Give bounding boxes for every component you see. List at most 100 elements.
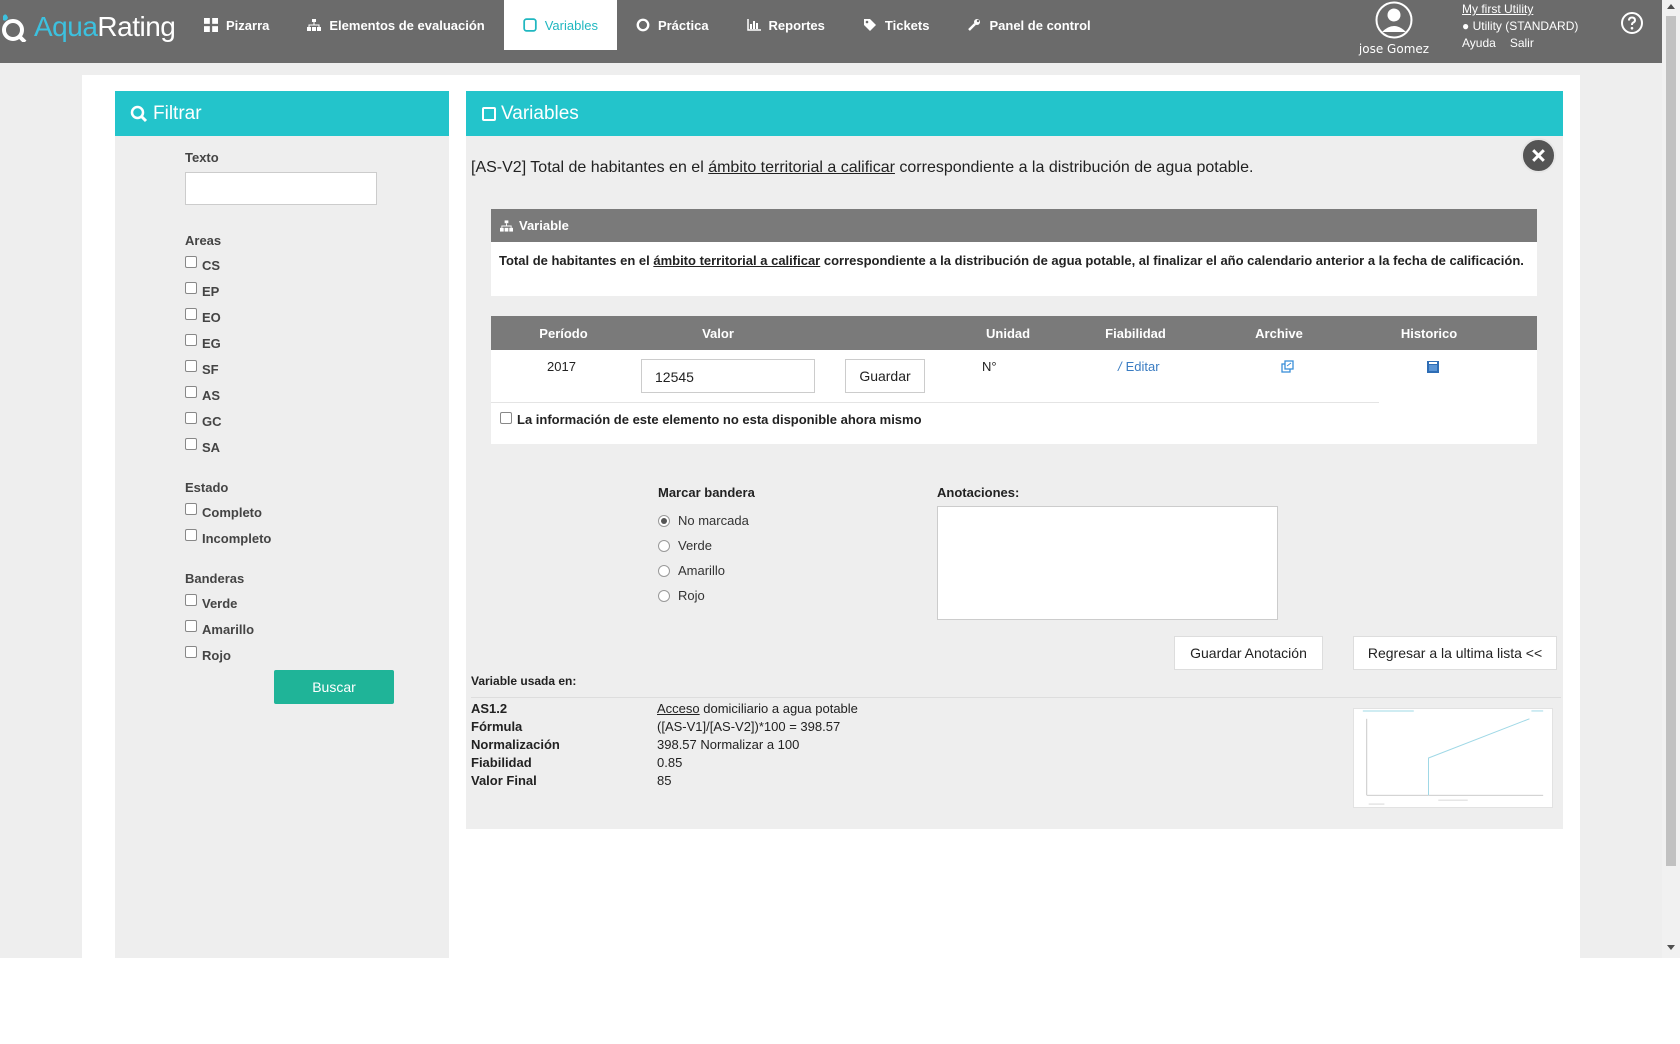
logout-link[interactable]: Salir [1510,36,1534,50]
user-profile[interactable]: jose Gomez [1354,0,1434,58]
radio-button[interactable] [658,539,670,552]
formula-label: Fórmula [471,719,523,734]
checkbox[interactable] [185,646,197,658]
checkbox[interactable] [185,282,197,294]
normalization-value: 398.57 Normalizar a 100 [657,737,800,752]
variable-heading: [AS-V2] Total de habitantes en el ámbito… [471,159,1254,176]
checkbox[interactable] [185,386,197,398]
normalization-label: Normalización [471,737,560,752]
filter-panel: Filtrar Texto Areas CS EP EO EG SF AS GC… [115,91,449,958]
nav-elementos[interactable]: Elementos de evaluación [288,0,503,50]
vertical-scrollbar[interactable] [1662,0,1680,958]
value-input[interactable]: 12545 [641,359,815,393]
aquarating-logo-icon [2,14,27,42]
used-in-label: Variable usada en: [471,674,577,688]
area-checkbox-sf[interactable]: SF [185,356,425,382]
flag-radio-no-marcada[interactable]: No marcada [658,508,755,533]
nav-practica[interactable]: Práctica [617,0,728,50]
current-utility: ● Utility (STANDARD) [1462,19,1579,33]
checkbox[interactable] [185,308,197,320]
nav-reportes[interactable]: Reportes [728,0,844,50]
values-table: Período Valor Unidad Fiabilidad Archive … [491,316,1537,444]
radio-button[interactable] [658,564,670,577]
tags-icon [863,19,876,31]
row-divider [491,402,1379,403]
save-annotation-button[interactable]: Guardar Anotación [1174,636,1323,670]
estado-checkbox-completo[interactable]: Completo [185,499,425,525]
user-avatar-icon [1375,1,1413,39]
checkbox[interactable] [185,529,197,541]
area-checkbox-cs[interactable]: CS [185,252,425,278]
close-icon[interactable] [1521,138,1556,173]
checkbox[interactable] [185,620,197,632]
checkbox[interactable] [500,411,512,424]
col-historico: Historico [1400,325,1458,341]
checkbox[interactable] [185,503,197,515]
flag-radio-amarillo[interactable]: Amarillo [658,558,755,583]
save-value-button[interactable]: Guardar [845,359,925,393]
filter-title: Filtrar [153,102,202,124]
nav-tickets[interactable]: Tickets [844,0,949,50]
col-valor: Valor [702,325,734,341]
annotations: Anotaciones: [937,485,1278,620]
area-checkbox-sa[interactable]: SA [185,434,425,460]
text-filter-input[interactable] [185,172,377,205]
variable-description: Total de habitantes en el ámbito territo… [499,253,1524,268]
unavailable-checkbox[interactable]: La información de este elemento no esta … [500,411,922,427]
formula-value: ([AS-V1]/[AS-V2])*100 = 398.57 [657,719,841,734]
ambito-desc-link[interactable]: ámbito territorial a calificar [653,253,820,268]
area-checkbox-gc[interactable]: GC [185,408,425,434]
area-checkbox-ep[interactable]: EP [185,278,425,304]
indicator-name: Acceso domiciliario a agua potable [657,701,858,716]
sitemap-icon [500,219,513,232]
bandera-checkbox-rojo[interactable]: Rojo [185,642,425,668]
archive-copy-icon[interactable] [1281,360,1295,374]
question-circle-icon[interactable] [1620,11,1644,35]
area-checkbox-eo[interactable]: EO [185,304,425,330]
square-icon [523,18,537,32]
history-calendar-icon[interactable] [1427,361,1439,373]
back-to-list-button[interactable]: Regresar a la ultima lista << [1353,636,1557,670]
square-icon [482,106,496,121]
radio-button[interactable] [658,589,670,602]
utility-link[interactable]: My first Utility [1462,1,1578,18]
app-logo[interactable]: AquaRating [0,7,176,47]
checkbox[interactable] [185,594,197,606]
final-value-label: Valor Final [471,773,537,788]
reliability-value: 0.85 [657,755,683,770]
nav-pizarra[interactable]: Pizarra [185,0,288,50]
variable-bar: Variable [491,209,1537,242]
flag-radio-verde[interactable]: Verde [658,533,755,558]
radio-button[interactable] [658,514,670,527]
checkbox[interactable] [185,412,197,424]
scroll-down-icon[interactable] [1667,945,1675,950]
variables-header: Variables [466,91,1563,136]
text-filter-label: Texto [185,150,219,165]
col-unidad: Unidad [986,325,1031,341]
estado-checkbox-incompleto[interactable]: Incompleto [185,525,425,551]
indicator-code: AS1.2 [471,701,508,716]
col-archive: Archive [1255,325,1303,341]
ambito-link[interactable]: ámbito territorial a calificar [708,159,895,176]
checkbox[interactable] [185,438,197,450]
area-checkbox-as[interactable]: AS [185,382,425,408]
nav-panel-control[interactable]: Panel de control [948,0,1109,50]
bandera-checkbox-amarillo[interactable]: Amarillo [185,616,425,642]
checkbox[interactable] [185,334,197,346]
normalization-chart-thumbnail[interactable] [1353,708,1553,808]
edit-reliability-link[interactable]: / Editar [1118,359,1160,374]
checkbox[interactable] [185,256,197,268]
nav-variables[interactable]: Variables [503,0,617,50]
area-checkbox-eg[interactable]: EG [185,330,425,356]
flag-radio-rojo[interactable]: Rojo [658,583,755,608]
indicator-link[interactable]: Acceso [657,701,700,716]
search-button[interactable]: Buscar [274,670,394,704]
annotations-textarea[interactable] [937,506,1278,620]
flag-title: Marcar bandera [658,485,755,500]
bandera-checkbox-verde[interactable]: Verde [185,590,425,616]
period-cell: 2017 [547,359,576,374]
scroll-up-icon[interactable] [1667,4,1675,9]
scroll-thumb[interactable] [1666,16,1676,866]
help-link[interactable]: Ayuda [1462,36,1496,50]
checkbox[interactable] [185,360,197,372]
